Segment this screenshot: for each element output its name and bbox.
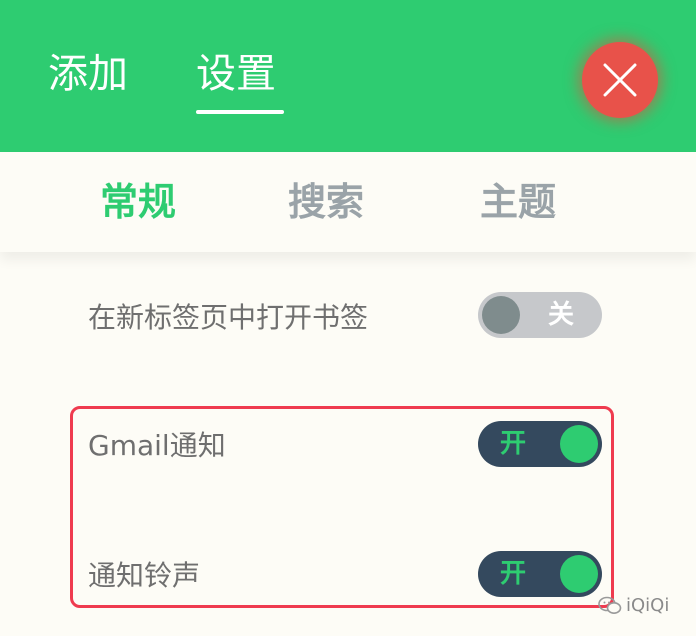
close-button[interactable] — [582, 42, 658, 118]
toggle-knob — [560, 425, 598, 463]
setting-label-notification-sound: 通知铃声 — [88, 559, 201, 592]
wechat-icon — [598, 596, 622, 614]
toggle-notification-sound[interactable]: 开 — [478, 551, 602, 597]
toggle-open-in-new-tab[interactable]: 关 — [478, 292, 602, 338]
toggle-state-text: 开 — [500, 429, 527, 459]
watermark: iQiQi — [598, 592, 669, 620]
toggle-knob — [560, 555, 598, 593]
header-bar: 添加 设置 — [0, 0, 696, 152]
toggle-state-text: 开 — [500, 559, 527, 589]
subtab-bar: 常规 搜索 主题 — [0, 152, 696, 252]
subtab-search[interactable]: 搜索 — [288, 178, 364, 226]
watermark-text: iQiQi — [626, 595, 670, 616]
close-icon — [603, 63, 637, 97]
subtab-general[interactable]: 常规 — [100, 178, 176, 226]
toggle-state-text: 关 — [548, 300, 575, 330]
toggle-knob — [482, 296, 520, 334]
tab-settings[interactable]: 设置 — [196, 48, 276, 100]
active-tab-indicator — [196, 110, 284, 114]
setting-label-gmail-notification: Gmail通知 — [88, 429, 226, 462]
subtab-theme[interactable]: 主题 — [480, 178, 556, 226]
toggle-gmail-notification[interactable]: 开 — [478, 421, 602, 467]
setting-label-open-in-new-tab: 在新标签页中打开书签 — [88, 301, 369, 334]
tab-add[interactable]: 添加 — [48, 48, 128, 100]
